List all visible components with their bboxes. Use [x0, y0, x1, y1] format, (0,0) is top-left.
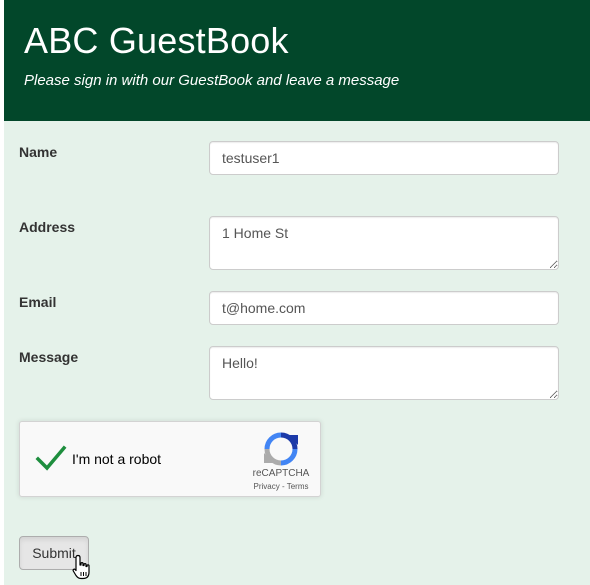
address-label: Address — [19, 219, 76, 235]
email-label: Email — [19, 294, 57, 310]
email-field[interactable] — [209, 291, 559, 325]
guestbook-form: Name Address 1 Home St Email Message Hel… — [4, 121, 590, 585]
recaptcha-brand: reCAPTCHA — [252, 468, 310, 479]
page-subtitle: Please sign in with our GuestBook and le… — [24, 72, 400, 89]
checkmark-icon[interactable] — [35, 444, 67, 472]
page-header: ABC GuestBook Please sign in with our Gu… — [4, 0, 590, 121]
message-label: Message — [19, 349, 79, 365]
recaptcha-widget: I'm not a robot reCAPTCHA Privacy - Term… — [19, 421, 321, 497]
name-label: Name — [19, 144, 58, 160]
page-title: ABC GuestBook — [24, 20, 289, 61]
hand-pointer-icon — [72, 554, 90, 580]
message-field[interactable]: Hello! — [209, 346, 559, 400]
guestbook-page: ABC GuestBook Please sign in with our Gu… — [0, 0, 590, 585]
name-field[interactable] — [209, 141, 559, 175]
recaptcha-logo-icon — [264, 432, 298, 466]
recaptcha-privacy-terms-link[interactable]: Privacy - Terms — [244, 482, 318, 491]
address-field[interactable]: 1 Home St — [209, 216, 559, 270]
captcha-label: I'm not a robot — [72, 451, 162, 467]
